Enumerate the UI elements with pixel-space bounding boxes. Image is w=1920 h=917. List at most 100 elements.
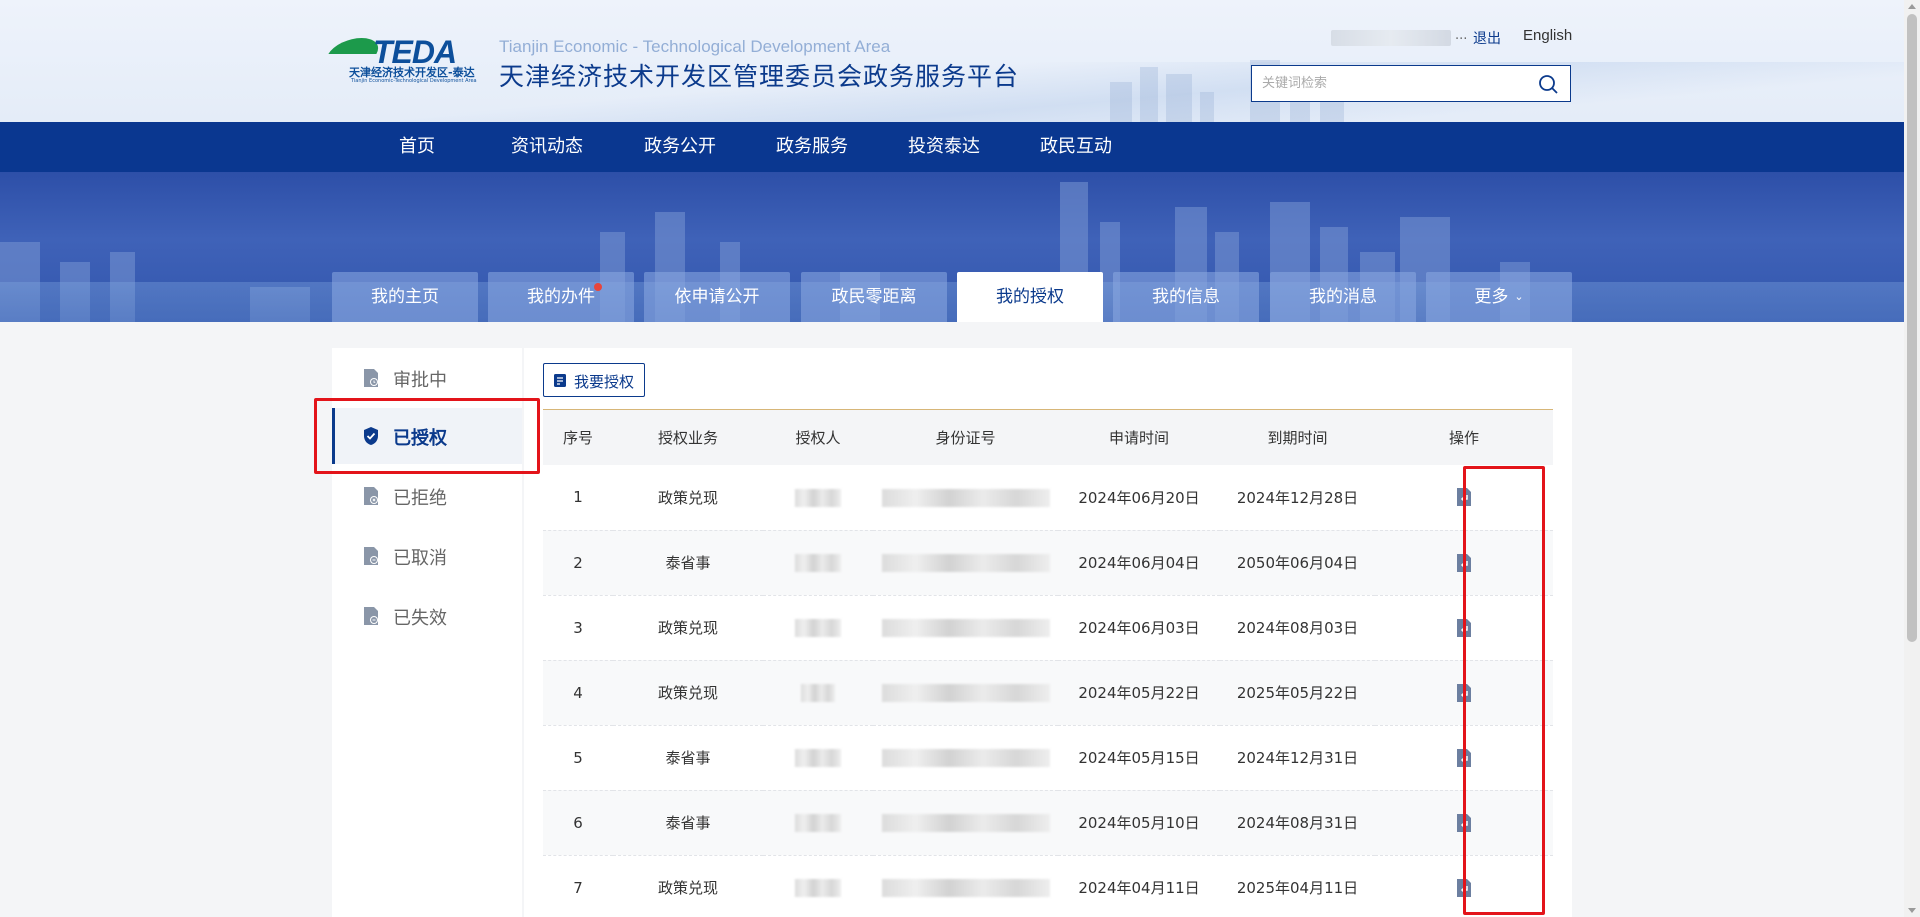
cell-grantor <box>763 660 873 726</box>
redacted-id <box>881 553 1050 572</box>
user-name-ellipsis: ... <box>1455 28 1468 43</box>
cell-grantor <box>763 530 873 596</box>
sidebar-item-cancelled[interactable]: 已取消 <box>332 528 522 584</box>
sidebar-item-label: 已失效 <box>393 608 447 629</box>
cell-business: 政策兑现 <box>613 855 763 917</box>
tab-label: 我的办件 <box>527 287 595 307</box>
scrollbar-thumb[interactable] <box>1907 14 1917 642</box>
revoke-doc-icon[interactable] <box>1455 878 1473 898</box>
cell-apply-time: 2024年06月20日 <box>1058 465 1220 531</box>
tab-citizen-contact[interactable]: 政民零距离 <box>801 272 947 322</box>
tab-my-home[interactable]: 我的主页 <box>332 272 478 322</box>
teda-logo[interactable]: TEDA 天津经济技术开发区-泰达 Tianjin Economic-Techn… <box>328 34 489 86</box>
revoke-doc-icon[interactable] <box>1455 813 1473 833</box>
tab-my-messages[interactable]: 我的消息 <box>1270 272 1416 322</box>
cell-no: 7 <box>543 855 613 917</box>
cell-expire-time: 2025年05月22日 <box>1220 660 1375 726</box>
search-icon[interactable] <box>1538 74 1558 94</box>
user-name-redacted[interactable] <box>1331 30 1451 46</box>
site-title-en: Tianjin Economic - Technological Develop… <box>499 37 891 56</box>
scroll-down-icon[interactable] <box>1908 908 1916 913</box>
cell-no: 5 <box>543 725 613 791</box>
english-link[interactable]: English <box>1523 27 1572 44</box>
edit-doc-icon <box>554 374 566 387</box>
table-row: 2 泰省事 2024年06月04日 2050年06月04日 <box>543 530 1553 596</box>
tab-my-authorization[interactable]: 我的授权 <box>957 272 1103 322</box>
nav-item-interaction[interactable]: 政民互动 <box>1040 122 1112 172</box>
cell-apply-time: 2024年05月10日 <box>1058 790 1220 856</box>
logout-link[interactable]: 退出 <box>1473 28 1501 48</box>
apply-authorization-button[interactable]: 我要授权 <box>543 363 645 397</box>
sidebar-item-label: 审批中 <box>393 370 447 391</box>
revoke-doc-icon[interactable] <box>1455 487 1473 507</box>
redacted-name <box>795 488 841 507</box>
sidebar-item-authorized[interactable]: 已授权 <box>332 408 522 464</box>
tab-my-cases[interactable]: 我的办件 <box>488 272 634 322</box>
revoke-doc-icon[interactable] <box>1455 748 1473 768</box>
cell-grantor <box>763 595 873 661</box>
revoke-doc-icon[interactable] <box>1455 618 1473 638</box>
tab-info-request[interactable]: 依申请公开 <box>644 272 790 322</box>
cell-expire-time: 2025年04月11日 <box>1220 855 1375 917</box>
sidebar-item-expired[interactable]: 已失效 <box>332 588 522 644</box>
notification-dot <box>594 283 602 291</box>
nav-item-news[interactable]: 资讯动态 <box>511 122 583 172</box>
page-scrollbar[interactable] <box>1904 0 1920 917</box>
cell-grantor <box>763 465 873 531</box>
tab-my-info[interactable]: 我的信息 <box>1113 272 1259 322</box>
table-row: 4 政策兑现 2024年05月22日 2025年05月22日 <box>543 660 1553 726</box>
nav-item-invest[interactable]: 投资泰达 <box>908 122 980 172</box>
nav-item-gov-open[interactable]: 政务公开 <box>644 122 716 172</box>
cell-apply-time: 2024年06月04日 <box>1058 530 1220 596</box>
cell-id-number <box>873 660 1058 726</box>
revoke-doc-icon[interactable] <box>1455 683 1473 703</box>
redacted-id <box>881 878 1050 897</box>
col-header-no: 序号 <box>543 410 613 465</box>
shield-check-icon <box>364 427 378 445</box>
col-header-apply-time: 申请时间 <box>1058 410 1220 465</box>
cell-no: 4 <box>543 660 613 726</box>
cell-no: 2 <box>543 530 613 596</box>
cell-expire-time: 2024年08月03日 <box>1220 595 1375 661</box>
nav-item-home[interactable]: 首页 <box>399 122 435 172</box>
tab-more[interactable]: 更多 ⌄ <box>1426 272 1572 322</box>
table-row: 7 政策兑现 2024年04月11日 2025年04月11日 <box>543 855 1553 917</box>
cell-apply-time: 2024年04月11日 <box>1058 855 1220 917</box>
cell-no: 6 <box>543 790 613 856</box>
table-row: 1 政策兑现 2024年06月20日 2024年12月28日 <box>543 465 1553 531</box>
main-nav: 首页 资讯动态 政务公开 政务服务 投资泰达 政民互动 <box>0 122 1904 172</box>
cell-apply-time: 2024年05月22日 <box>1058 660 1220 726</box>
cell-business: 政策兑现 <box>613 660 763 726</box>
nav-item-gov-service[interactable]: 政务服务 <box>776 122 848 172</box>
cell-grantor <box>763 790 873 856</box>
cell-expire-time: 2024年12月28日 <box>1220 465 1375 531</box>
cell-id-number <box>873 790 1058 856</box>
cell-id-number <box>873 530 1058 596</box>
col-header-business: 授权业务 <box>613 410 763 465</box>
redacted-name <box>795 553 841 572</box>
cell-action <box>1375 595 1553 661</box>
revoke-doc-icon[interactable] <box>1455 553 1473 573</box>
cell-expire-time: 2050年06月04日 <box>1220 530 1375 596</box>
site-header: TEDA 天津经济技术开发区-泰达 Tianjin Economic-Techn… <box>0 0 1904 122</box>
redacted-name <box>795 748 841 767</box>
cell-business: 泰省事 <box>613 725 763 791</box>
sidebar-item-rejected[interactable]: 已拒绝 <box>332 468 522 524</box>
cell-business: 政策兑现 <box>613 595 763 661</box>
col-header-expire-time: 到期时间 <box>1220 410 1375 465</box>
doc-expired-icon <box>364 607 378 625</box>
cell-id-number <box>873 465 1058 531</box>
cell-action <box>1375 790 1553 856</box>
cell-grantor <box>763 855 873 917</box>
sidebar-item-pending[interactable]: 审批中 <box>332 350 522 406</box>
table-row: 6 泰省事 2024年05月10日 2024年08月31日 <box>543 790 1553 856</box>
col-header-action: 操作 <box>1375 410 1553 465</box>
site-title-cn: 天津经济技术开发区管理委员会政务服务平台 <box>499 62 1020 91</box>
tab-label: 我的消息 <box>1309 287 1377 307</box>
cell-id-number <box>873 725 1058 791</box>
tab-label: 更多 <box>1474 287 1509 307</box>
search-input[interactable] <box>1262 66 1522 101</box>
scroll-up-icon[interactable] <box>1908 4 1916 9</box>
cell-apply-time: 2024年06月03日 <box>1058 595 1220 661</box>
cell-business: 泰省事 <box>613 530 763 596</box>
